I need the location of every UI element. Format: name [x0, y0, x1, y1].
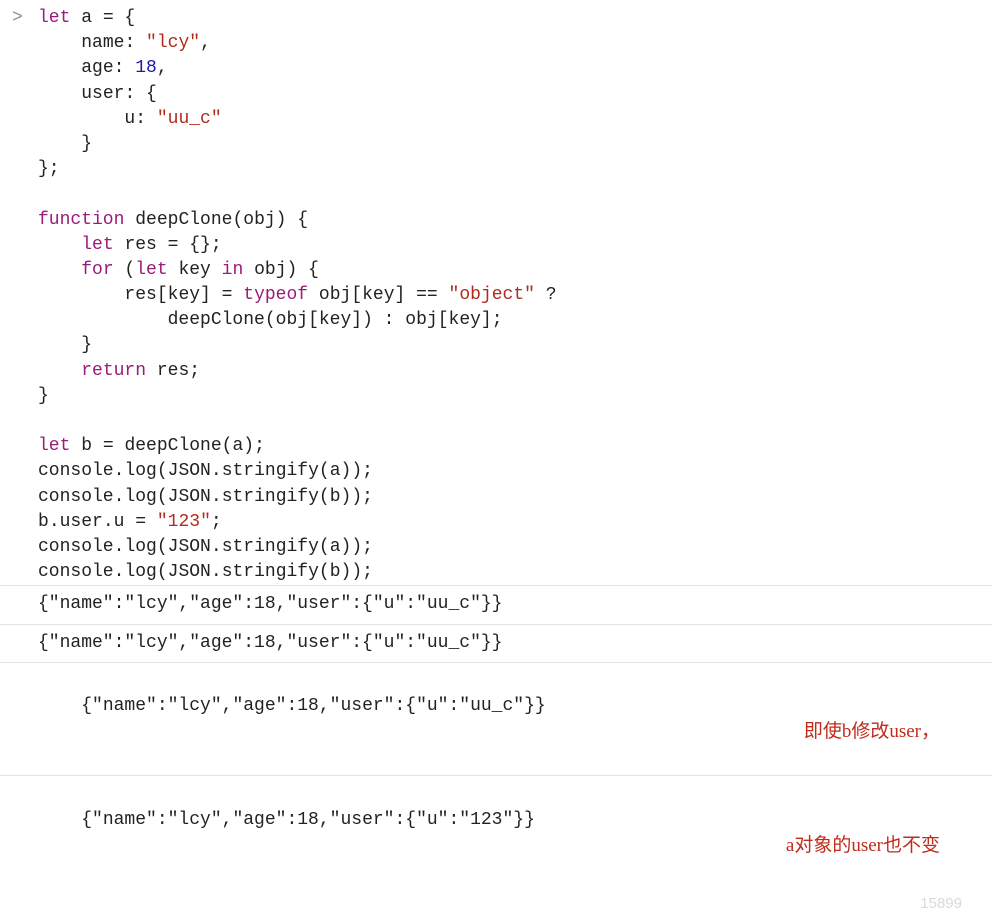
identifier-obj: obj [405, 310, 437, 330]
string-uu-c: "uu_c" [157, 109, 222, 129]
identifier-json: JSON [168, 487, 211, 507]
identifier-obj: obj [254, 260, 286, 280]
number-18: 18 [135, 58, 157, 78]
console-output-line: {"name":"lcy","age":18,"user":{"u":"uu_c… [0, 586, 992, 623]
identifier-obj: obj [243, 210, 275, 230]
identifier-key: key [449, 310, 481, 330]
prop-u: u [124, 109, 135, 129]
identifier-stringify: stringify [222, 537, 319, 557]
keyword-for: for [81, 260, 113, 280]
console-panel: > let a = { name: "lcy", age: 18, user: … [0, 0, 992, 914]
identifier-console: console [38, 461, 114, 481]
code-block[interactable]: let a = { name: "lcy", age: 18, user: { … [38, 6, 992, 585]
identifier-stringify: stringify [222, 562, 319, 582]
identifier-deepClone: deepClone [168, 310, 265, 330]
identifier-log: log [124, 562, 156, 582]
identifier-a: a [330, 461, 341, 481]
identifier-b: b [38, 512, 49, 532]
prop-age: age [81, 58, 113, 78]
identifier-stringify: stringify [222, 487, 319, 507]
identifier-console: console [38, 537, 114, 557]
console-output-line: {"name":"lcy","age":18,"user":{"u":"uu_c… [0, 625, 992, 662]
output-text: {"name":"lcy","age":18,"user":{"u":"123"… [81, 810, 535, 830]
prompt-chevron-icon: > [12, 6, 23, 31]
identifier-res: res [124, 285, 156, 305]
identifier-res: res [157, 361, 189, 381]
console-output-line: {"name":"lcy","age":18,"user":{"u":"uu_c… [0, 663, 992, 776]
identifier-b: b [330, 562, 341, 582]
identifier-key: key [362, 285, 394, 305]
identifier-log: log [124, 461, 156, 481]
identifier-obj: obj [319, 285, 351, 305]
identifier-log: log [124, 487, 156, 507]
identifier-obj: obj [276, 310, 308, 330]
identifier-b: b [81, 436, 92, 456]
identifier-console: console [38, 562, 114, 582]
identifier-json: JSON [168, 537, 211, 557]
identifier-json: JSON [168, 461, 211, 481]
console-output-line: {"name":"lcy","age":18,"user":{"u":"123"… [0, 776, 992, 914]
keyword-let: let [135, 260, 167, 280]
identifier-console: console [38, 487, 114, 507]
annotation-text: a对象的user也不变 [786, 833, 940, 860]
identifier-stringify: stringify [222, 461, 319, 481]
keyword-in: in [222, 260, 244, 280]
string-object: "object" [449, 285, 535, 305]
identifier-key: key [319, 310, 351, 330]
identifier-deepClone: deepClone [135, 210, 232, 230]
string-lcy: "lcy" [146, 33, 200, 53]
identifier-key: key [168, 285, 200, 305]
keyword-let: let [38, 436, 70, 456]
output-text: {"name":"lcy","age":18,"user":{"u":"uu_c… [81, 696, 545, 716]
identifier-json: JSON [168, 562, 211, 582]
identifier-a: a [232, 436, 243, 456]
keyword-let: let [38, 8, 70, 28]
prop-name: name [81, 33, 124, 53]
identifier-b: b [330, 487, 341, 507]
string-123: "123" [157, 512, 211, 532]
identifier-a: a [81, 8, 92, 28]
identifier-user: user [60, 512, 103, 532]
keyword-return: return [81, 361, 146, 381]
identifier-deepClone: deepClone [124, 436, 221, 456]
identifier-u: u [114, 512, 125, 532]
identifier-a: a [330, 537, 341, 557]
identifier-res: res [124, 235, 156, 255]
console-input-block: > let a = { name: "lcy", age: 18, user: … [0, 6, 992, 585]
keyword-function: function [38, 210, 124, 230]
identifier-log: log [124, 537, 156, 557]
annotation-text: 即使b修改user， [804, 719, 940, 746]
prop-user: user [81, 84, 124, 104]
identifier-key: key [178, 260, 210, 280]
keyword-let: let [81, 235, 113, 255]
watermark-text: 15899 [920, 893, 962, 914]
keyword-typeof: typeof [243, 285, 308, 305]
